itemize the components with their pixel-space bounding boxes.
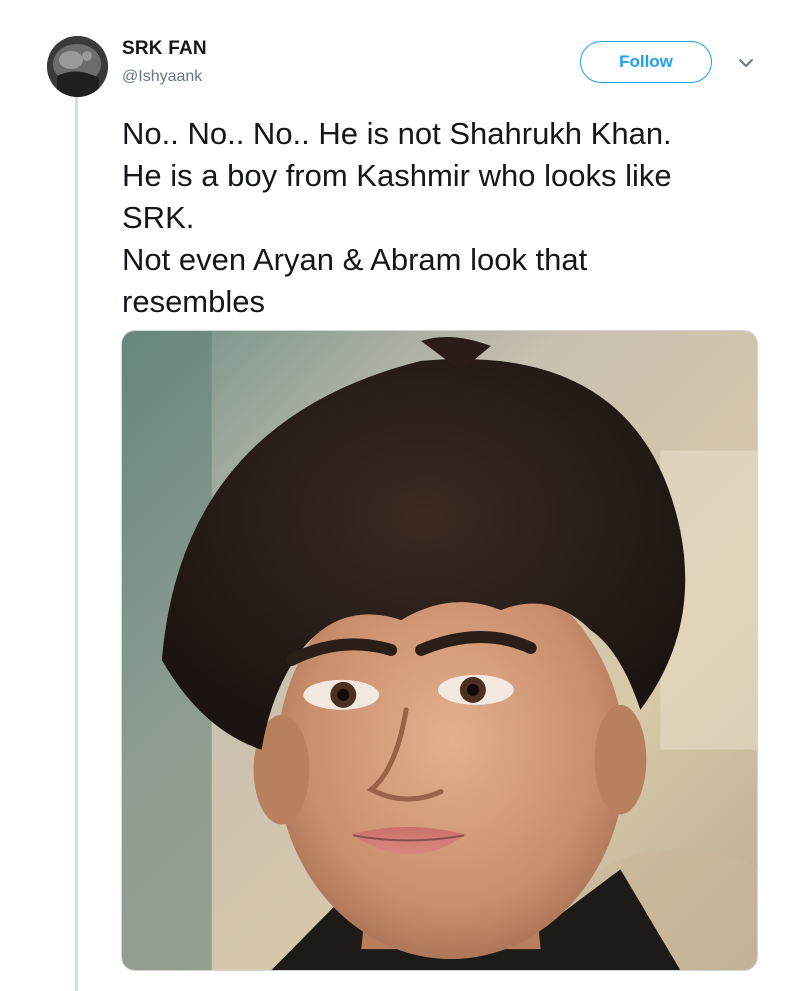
- tweet-text-line: He is a boy from Kashmir who looks like: [122, 158, 672, 193]
- tweet-text-line: SRK.: [122, 200, 195, 235]
- thread-line: [75, 96, 78, 991]
- tweet-text-line: resembles: [122, 284, 265, 319]
- follow-button[interactable]: Follow: [580, 41, 712, 83]
- user-handle[interactable]: @Ishyaank: [122, 68, 202, 86]
- tweet-text: No.. No.. No.. He is not Shahrukh Khan. …: [122, 113, 782, 323]
- tweet-text-line: Not even Aryan & Abram look that: [122, 242, 588, 277]
- avatar-icon: [47, 36, 108, 97]
- tweet-card: SRK FAN @Ishyaank Follow No.. No.. No.. …: [0, 0, 800, 991]
- tweet-text-line: No.. No.. No.. He is not Shahrukh Khan.: [122, 116, 672, 151]
- tweet-photo[interactable]: [121, 330, 758, 971]
- chevron-down-icon[interactable]: [737, 56, 755, 70]
- user-display-name[interactable]: SRK FAN: [122, 38, 207, 60]
- portrait-photo: [122, 331, 757, 970]
- avatar[interactable]: [47, 36, 108, 97]
